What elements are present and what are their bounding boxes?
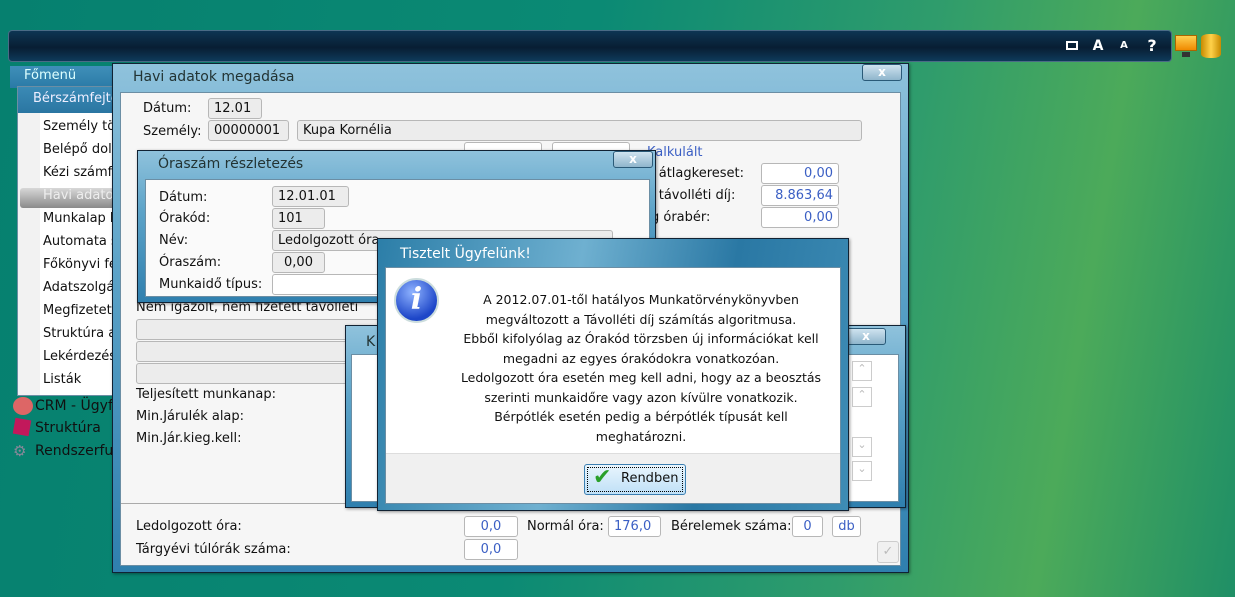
window-title: Havi adatok megadása bbox=[133, 69, 295, 85]
oraszam-label: Óraszám: bbox=[159, 255, 222, 270]
close-button[interactable]: x bbox=[613, 151, 653, 168]
rendben-label: Rendben bbox=[621, 471, 679, 486]
menu-item[interactable]: Adatszolgál bbox=[43, 280, 118, 295]
crm-icon bbox=[13, 397, 33, 415]
top-bar bbox=[8, 30, 1172, 62]
menu-item[interactable]: Megfizetett bbox=[43, 303, 117, 318]
dialog-title: Tisztelt Ügyfelünk! bbox=[400, 246, 531, 262]
message-line: szerinti munkaidőre vagy azon kívülre vo… bbox=[484, 389, 798, 405]
submenu-title: Bérszámfejtés bbox=[18, 87, 126, 113]
scroll-down-button[interactable]: ⌄ bbox=[852, 437, 872, 457]
info-dialog: Tisztelt Ügyfelünk! i A 2012.07.01-től h… bbox=[377, 238, 849, 511]
atlagkereset-label: i átlagkereset: bbox=[651, 166, 745, 181]
menu-item[interactable]: Kézi számfe bbox=[43, 165, 120, 180]
targyevi-field[interactable]: 0,0 bbox=[464, 539, 518, 560]
rendben-button[interactable]: ✔ Rendben bbox=[584, 464, 686, 495]
database-icon[interactable] bbox=[1201, 34, 1221, 58]
datum-field[interactable]: 12.01.01 bbox=[272, 186, 349, 207]
targyevi-label: Tárgyévi túlórák száma: bbox=[136, 542, 291, 557]
scroll-up-button[interactable]: ⌃ bbox=[852, 387, 872, 407]
message-line: A 2012.07.01-től hatályos Munkatörvénykö… bbox=[483, 292, 799, 307]
message-line: Ebből kifolyólag az Órakód törzsben új i… bbox=[463, 331, 819, 346]
menu-item[interactable]: Havi adatok bbox=[43, 188, 121, 203]
oraszam-field[interactable]: 0,00 bbox=[272, 252, 325, 273]
monitor-icon[interactable] bbox=[1175, 35, 1197, 51]
dialog-message: A 2012.07.01-től hatályos Munkatörvénykö… bbox=[446, 290, 836, 446]
message-line: Ledolgozott óra esetén meg kell adni, ho… bbox=[460, 370, 822, 385]
munkaido-label: Munkaidő típus: bbox=[159, 277, 263, 292]
atlagkereset-field[interactable]: 0,00 bbox=[761, 163, 839, 184]
confirm-check-button[interactable]: ✓ bbox=[877, 541, 899, 563]
window-icon[interactable] bbox=[1060, 36, 1084, 56]
szemely-name-field[interactable]: Kupa Kornélia bbox=[297, 120, 862, 141]
ledolgozott-field[interactable]: 0,0 bbox=[464, 516, 518, 537]
min-jar-kieg-label: Min.Jár.kieg.kell: bbox=[136, 431, 242, 446]
window-title: Óraszám részletezés bbox=[158, 156, 304, 172]
message-line: meghatározni. bbox=[595, 428, 687, 444]
orakod-label: Órakód: bbox=[159, 211, 211, 226]
db-button[interactable]: db bbox=[832, 516, 861, 537]
message-line: Bérpótlék esetén pedig a bérpótlék típus… bbox=[494, 409, 788, 424]
font-small-icon[interactable]: A bbox=[1112, 36, 1136, 56]
font-large-icon[interactable]: A bbox=[1086, 36, 1110, 56]
dialog-footer: ✔ Rendben bbox=[386, 453, 840, 503]
min-jarulek-label: Min.Járulék alap: bbox=[136, 409, 245, 424]
scroll-top-button[interactable]: ⌃ bbox=[852, 361, 872, 381]
datum-label: Dátum: bbox=[159, 190, 208, 205]
menu-item[interactable]: Listák bbox=[43, 372, 81, 387]
oraber-field[interactable]: 0,00 bbox=[761, 207, 839, 228]
szemely-id-field[interactable]: 00000001 bbox=[208, 120, 289, 141]
datum-label: Dátum: bbox=[143, 101, 192, 116]
structure-icon bbox=[12, 417, 32, 437]
datum-field[interactable]: 12.01 bbox=[208, 98, 262, 119]
menu-item[interactable]: Belépő dolg bbox=[43, 142, 120, 157]
berelemek-field[interactable]: 0 bbox=[792, 516, 823, 537]
monitor-stand bbox=[1182, 52, 1190, 57]
menu-item[interactable]: Lekérdezés bbox=[43, 349, 116, 364]
menu-item[interactable]: Struktúra a bbox=[43, 326, 116, 341]
nev-label: Név: bbox=[159, 233, 189, 248]
normal-field[interactable]: 176,0 bbox=[608, 516, 661, 537]
tavolleti-dij-field[interactable]: 8.863,64 bbox=[761, 185, 839, 206]
menu-item[interactable]: Munkalap b bbox=[43, 211, 118, 226]
module-struktura[interactable]: Struktúra bbox=[35, 420, 101, 436]
help-icon[interactable]: ? bbox=[1140, 36, 1164, 56]
dialog-content: i A 2012.07.01-től hatályos Munkatörvény… bbox=[385, 267, 841, 504]
gear-icon: ⚙ bbox=[13, 442, 27, 460]
module-crm[interactable]: CRM - Ügyfé bbox=[35, 398, 122, 414]
info-icon: i bbox=[394, 278, 439, 323]
main-menu-tab[interactable]: Főmenü bbox=[10, 66, 120, 88]
szemely-label: Személy: bbox=[143, 124, 202, 139]
message-line: megváltozott a Távolléti díj számítás al… bbox=[485, 311, 797, 327]
message-line: megadni az egyes órakódokra vonatkozóan. bbox=[502, 350, 780, 366]
window-title: K bbox=[366, 334, 376, 350]
menu-item[interactable]: Automata s bbox=[43, 234, 118, 249]
tavolleti-dij-label: i távolléti díj: bbox=[651, 188, 736, 203]
main-menu-label: Főmenü bbox=[24, 68, 77, 83]
ledolgozott-label: Ledolgozott óra: bbox=[136, 519, 242, 534]
orakod-field[interactable]: 101 bbox=[272, 208, 325, 229]
oraber-label: g órabér: bbox=[651, 210, 711, 225]
scroll-bottom-button[interactable]: ⌄ bbox=[852, 461, 872, 481]
menu-item[interactable]: Főkönyvi fe bbox=[43, 257, 117, 272]
teljesitett-label: Teljesített munkanap: bbox=[136, 387, 277, 402]
close-button[interactable]: x bbox=[862, 64, 902, 81]
normal-label: Normál óra: bbox=[527, 519, 604, 534]
check-icon: ✔ bbox=[593, 465, 612, 490]
close-button[interactable]: x bbox=[846, 328, 886, 345]
berelemek-label: Bérelemek száma: bbox=[671, 519, 792, 534]
menu-item[interactable]: Személy tör bbox=[43, 119, 121, 134]
